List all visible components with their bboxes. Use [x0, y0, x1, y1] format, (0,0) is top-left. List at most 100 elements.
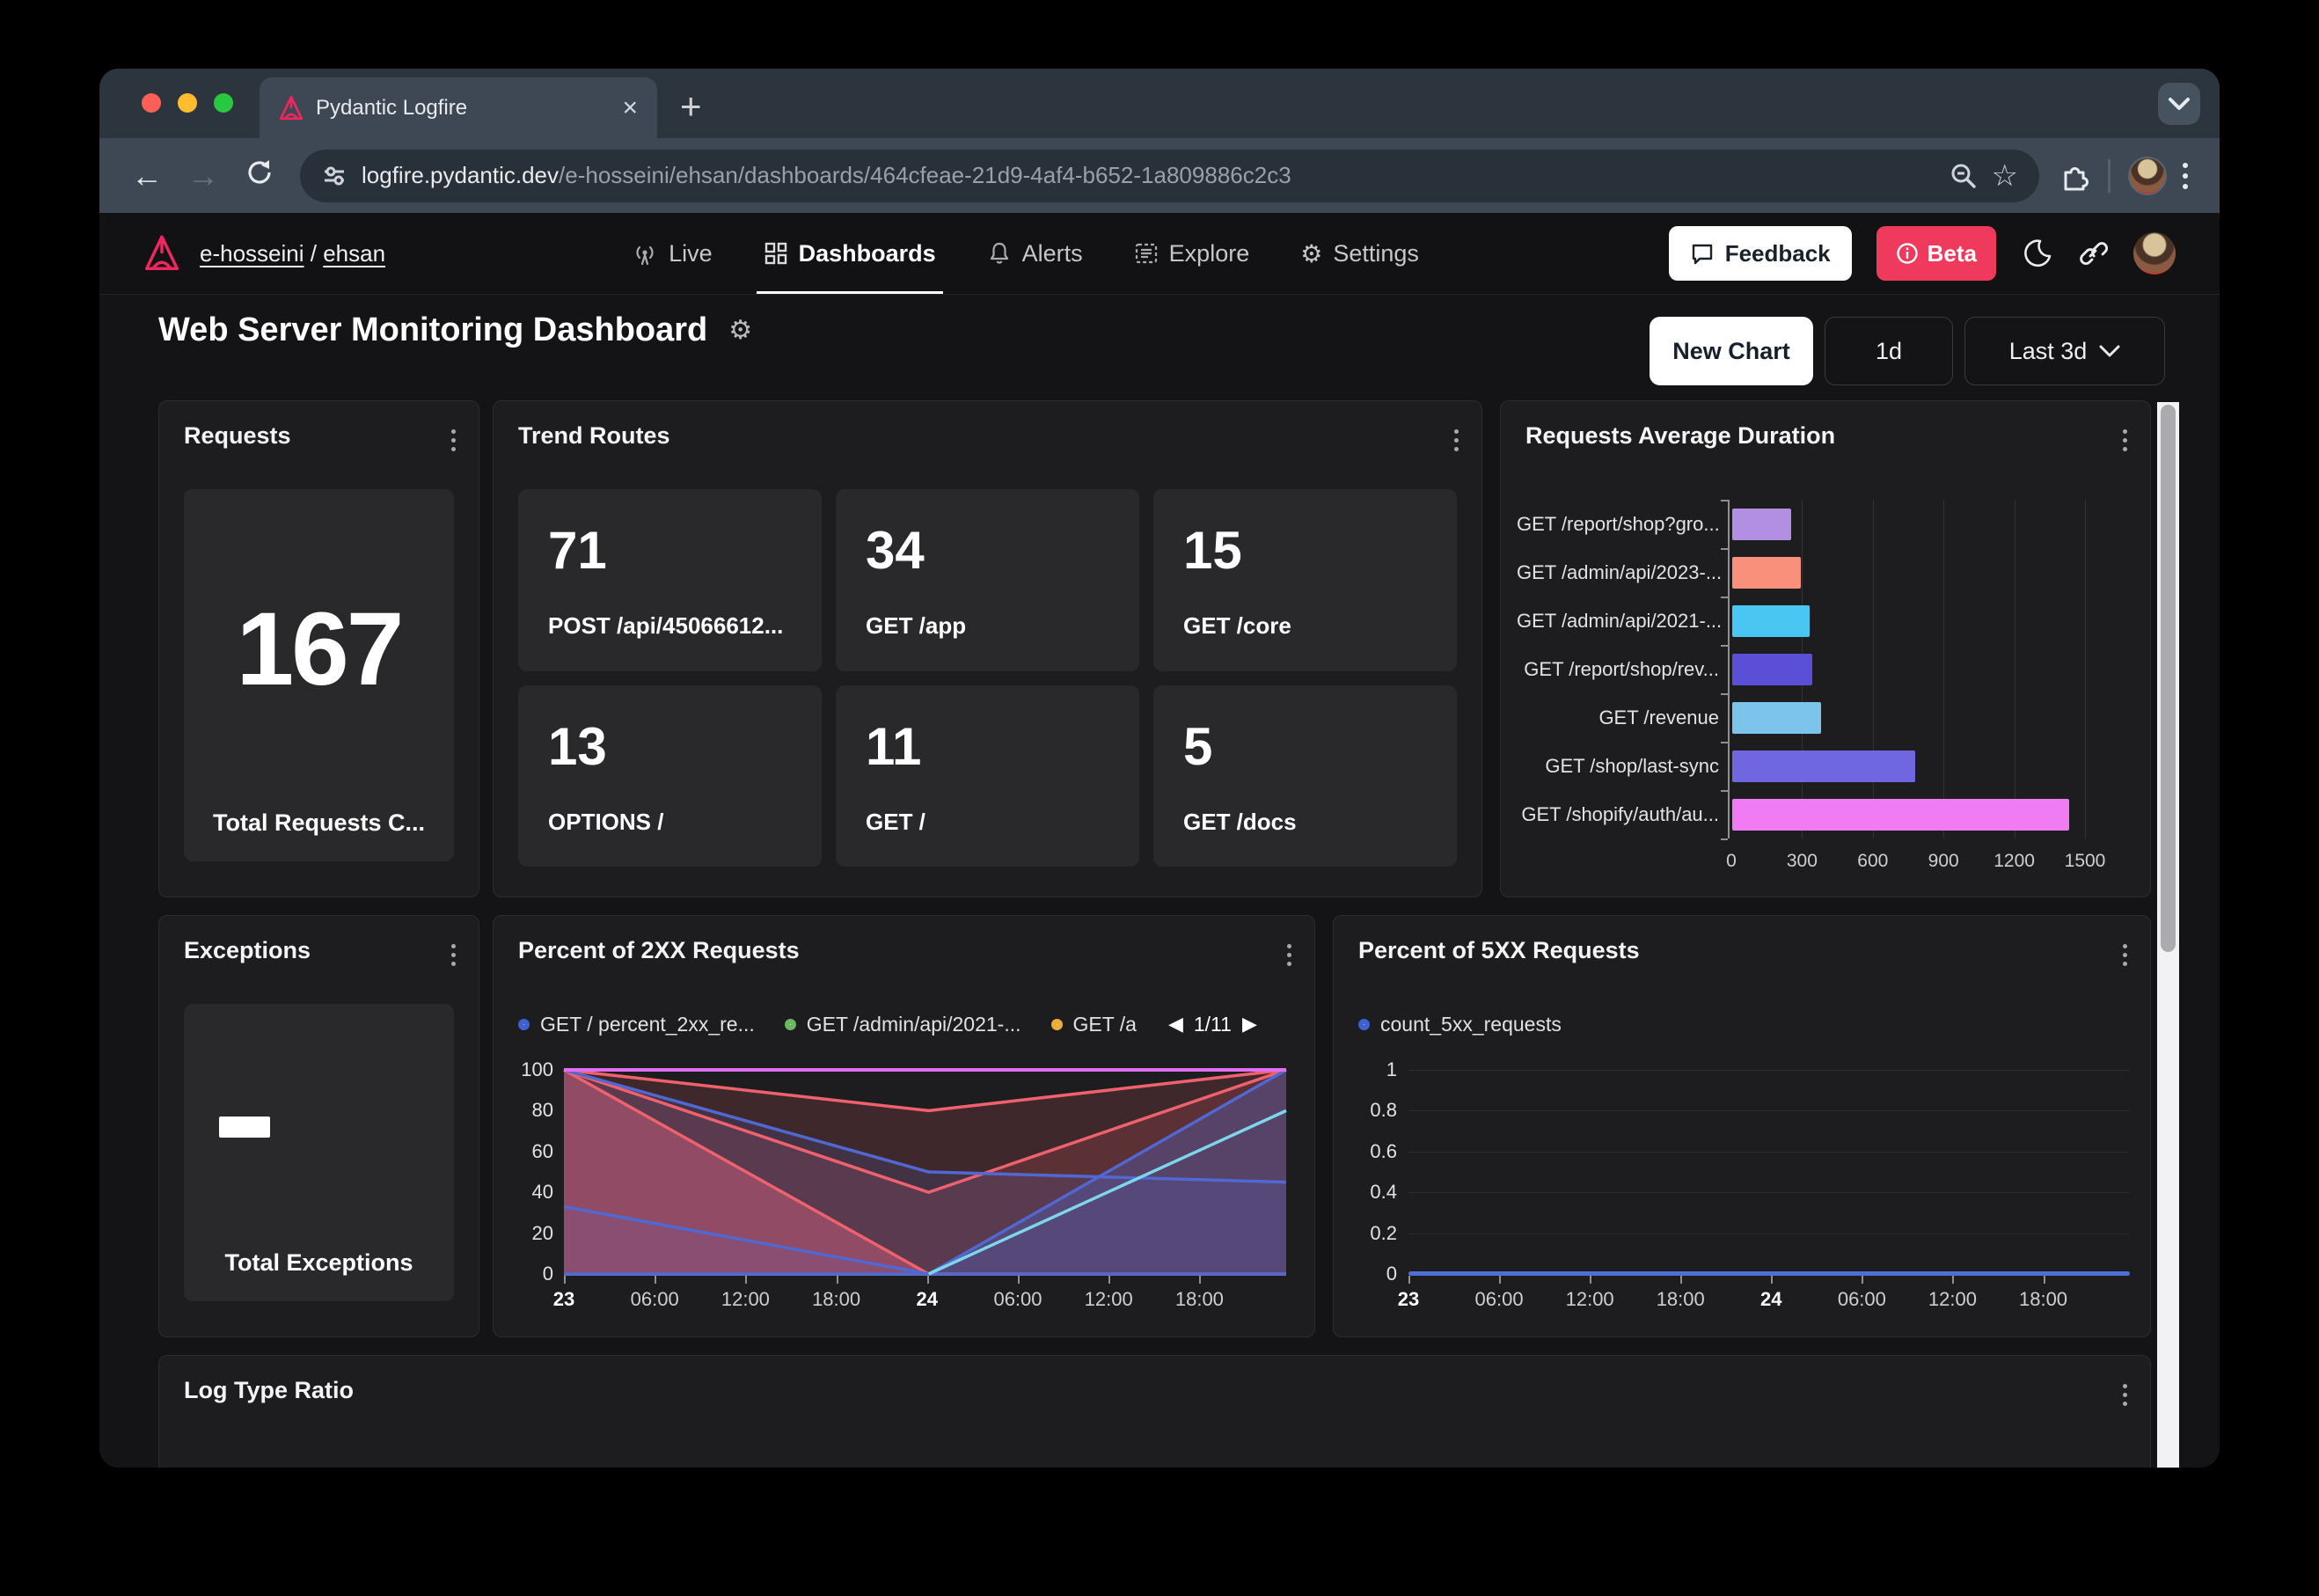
chart-gridline: [2085, 500, 2086, 838]
site-settings-icon: [321, 163, 347, 189]
y-axis-tick: [1721, 693, 1728, 695]
legend-marker-icon: [518, 1019, 530, 1030]
logfire-logo[interactable]: [143, 234, 180, 273]
duration-category-label: GET /admin/api/2021-...: [1517, 610, 1719, 633]
nav-item-dashboards[interactable]: Dashboards: [746, 213, 954, 294]
project-link[interactable]: ehsan: [323, 240, 385, 267]
duration-category-label: GET /shopify/auth/au...: [1517, 803, 1719, 826]
feedback-button[interactable]: Feedback: [1669, 226, 1852, 281]
legend-prev-icon[interactable]: ◀: [1168, 1014, 1183, 1036]
duration-bar: [1732, 799, 2069, 831]
time-range-dropdown[interactable]: Last 3d: [1964, 317, 2165, 385]
trend-route-tile: 34GET /app: [836, 489, 1139, 671]
address-bar[interactable]: logfire.pydantic.dev/e-hosseini/ehsan/da…: [300, 150, 2039, 202]
panel-menu-button[interactable]: [446, 939, 461, 971]
speech-bubble-icon: [1690, 241, 1715, 266]
reload-button[interactable]: [235, 157, 284, 194]
close-window-button[interactable]: [142, 93, 161, 113]
back-button[interactable]: ←: [122, 157, 172, 194]
legend-item[interactable]: count_5xx_requests: [1358, 1013, 1562, 1036]
tab-search-button[interactable]: [2158, 83, 2200, 125]
beta-badge[interactable]: Beta: [1876, 226, 1996, 281]
chart-gridline: [1408, 1110, 2130, 1111]
trend-route-tile: 15GET /core: [1153, 489, 1457, 671]
legend-label: GET / percent_2xx_re...: [540, 1013, 755, 1036]
nav-item-live[interactable]: Live: [614, 213, 730, 294]
forward-button[interactable]: →: [179, 157, 228, 194]
chart-gridline: [1408, 1152, 2130, 1153]
info-icon: [1896, 242, 1919, 265]
x-axis-tick: [2044, 1276, 2045, 1284]
panel-title: Exceptions: [184, 937, 311, 964]
trend-route-value: 5: [1183, 716, 1427, 777]
browser-profile-avatar[interactable]: [2128, 157, 2167, 195]
x-tick-label: 12:00: [1085, 1288, 1133, 1311]
panel-menu-button[interactable]: [1282, 939, 1297, 971]
legend-item[interactable]: GET /a: [1051, 1013, 1137, 1036]
minimize-window-button[interactable]: [178, 93, 197, 113]
zoom-out-icon[interactable]: [1950, 162, 1978, 190]
panel-menu-button[interactable]: [1449, 424, 1464, 457]
page-scrollbar-track[interactable]: [2157, 402, 2179, 1468]
x-axis-tick: [1108, 1276, 1110, 1284]
x-tick-label: 900: [1928, 851, 1959, 872]
trend-route-value: 15: [1183, 520, 1427, 581]
new-tab-button[interactable]: +: [680, 85, 702, 128]
y-tick-label: 0.8: [1339, 1099, 1397, 1122]
panel-trend-routes: Trend Routes 71POST /api/45066612...34GE…: [493, 400, 1482, 897]
page-scrollbar-thumb[interactable]: [2161, 405, 2176, 952]
trend-route-tile: 11GET /: [836, 685, 1139, 868]
new-chart-button[interactable]: New Chart: [1650, 317, 1813, 385]
panel-menu-button[interactable]: [2118, 1379, 2132, 1411]
moon-icon: [2021, 238, 2052, 269]
x-axis-tick: [1590, 1276, 1591, 1284]
x-tick-label: 12:00: [1928, 1288, 1977, 1311]
trend-route-value: 71: [548, 520, 792, 581]
nav-item-alerts[interactable]: Alerts: [969, 213, 1101, 294]
org-link[interactable]: e-hosseini: [200, 240, 304, 267]
legend-item[interactable]: GET /admin/api/2021-...: [785, 1013, 1021, 1036]
panel-title: Percent of 2XX Requests: [518, 937, 800, 964]
panel-menu-button[interactable]: [2118, 939, 2132, 971]
y-axis-line: [1728, 500, 1730, 838]
legend-next-icon[interactable]: ▶: [1242, 1014, 1257, 1036]
x-tick-label: 12:00: [721, 1288, 770, 1311]
nav-item-settings[interactable]: ⚙ Settings: [1283, 213, 1437, 294]
x-tick-label: 06:00: [631, 1288, 679, 1311]
x-tick-label: 23: [553, 1288, 574, 1311]
panel-title: Percent of 5XX Requests: [1358, 937, 1640, 964]
panel-menu-button[interactable]: [2118, 424, 2132, 457]
y-tick-label: 0.4: [1339, 1181, 1397, 1204]
nav-item-explore[interactable]: Explore: [1116, 213, 1268, 294]
2xx-area-chart: [564, 1070, 1286, 1274]
feedback-label: Feedback: [1725, 240, 1831, 267]
dashboard-settings-icon[interactable]: ⚙: [728, 315, 752, 346]
dark-mode-toggle[interactable]: [2021, 238, 2052, 269]
y-axis-tick: [1721, 742, 1728, 743]
trend-route-value: 13: [548, 716, 792, 777]
user-avatar[interactable]: [2133, 232, 2176, 275]
panel-menu-button[interactable]: [446, 424, 461, 457]
panel-requests: Requests 167 Total Requests C...: [158, 400, 479, 897]
legend-label: GET /admin/api/2021-...: [807, 1013, 1021, 1036]
legend-item[interactable]: GET / percent_2xx_re...: [518, 1013, 755, 1036]
browser-tab[interactable]: Pydantic Logfire ×: [260, 77, 657, 138]
x-axis-tick: [1499, 1276, 1501, 1284]
total-requests-value: 167: [237, 489, 402, 809]
tab-close-icon[interactable]: ×: [622, 95, 638, 121]
share-link-button[interactable]: [2077, 238, 2109, 269]
exceptions-stat-tile: Total Exceptions: [184, 1004, 454, 1301]
y-tick-label: 100: [499, 1058, 553, 1081]
beta-label: Beta: [1928, 240, 1977, 267]
extensions-icon[interactable]: [2059, 160, 2090, 192]
fullscreen-window-button[interactable]: [214, 93, 233, 113]
browser-menu-button[interactable]: [2174, 163, 2197, 189]
x-axis-tick: [1952, 1276, 1954, 1284]
bookmark-star-icon[interactable]: ☆: [1992, 158, 2018, 194]
breadcrumb-divider: /: [311, 240, 317, 267]
reload-icon: [245, 158, 274, 187]
trend-route-label: GET /: [866, 809, 1109, 836]
x-tick-label: 06:00: [1838, 1288, 1886, 1311]
range-1d-button[interactable]: 1d: [1825, 317, 1953, 385]
trend-route-tile: 71POST /api/45066612...: [518, 489, 822, 671]
